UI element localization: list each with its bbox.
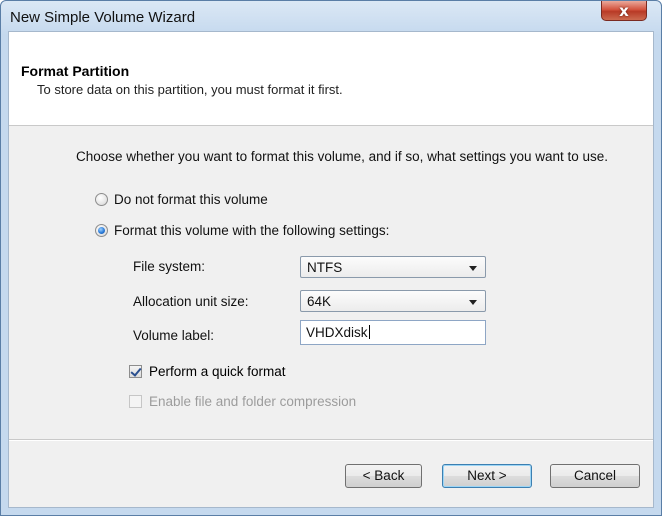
allocation-unit-size-value: 64K: [307, 294, 332, 309]
compression-label: Enable file and folder compression: [149, 394, 357, 409]
format-with-settings-label[interactable]: Format this volume with the following se…: [114, 223, 389, 238]
title-bar[interactable]: New Simple Volume Wizard x: [1, 1, 661, 31]
volume-label-input[interactable]: VHDXdisk: [300, 320, 486, 345]
quick-format-option[interactable]: Perform a quick format: [129, 364, 286, 379]
text-caret: [368, 325, 370, 339]
quick-format-label[interactable]: Perform a quick format: [149, 364, 286, 379]
window-title: New Simple Volume Wizard: [10, 9, 196, 26]
close-button[interactable]: x: [601, 1, 647, 21]
compression-option: Enable file and folder compression: [129, 394, 356, 409]
instruction-text: Choose whether you want to format this v…: [76, 149, 609, 164]
file-system-value: NTFS: [307, 260, 343, 275]
chevron-down-icon: [469, 300, 477, 305]
footer-divider: [9, 439, 653, 441]
allocation-unit-size-dropdown[interactable]: 64K: [300, 290, 486, 312]
quick-format-checkbox[interactable]: [129, 365, 142, 378]
wizard-body: Format Partition To store data on this p…: [8, 31, 654, 508]
page-title: Format Partition: [21, 63, 130, 79]
compression-checkbox: [129, 395, 142, 408]
back-button[interactable]: < Back: [345, 464, 422, 488]
next-button[interactable]: Next >: [442, 464, 532, 488]
file-system-label: File system:: [133, 259, 206, 274]
chevron-down-icon: [469, 266, 477, 271]
cancel-button[interactable]: Cancel: [550, 464, 640, 488]
allocation-unit-size-label: Allocation unit size:: [133, 294, 249, 309]
do-not-format-option[interactable]: Do not format this volume: [95, 192, 268, 207]
wizard-window: New Simple Volume Wizard x Format Partit…: [0, 0, 662, 516]
volume-label-label: Volume label:: [133, 328, 215, 343]
format-with-settings-radio[interactable]: [95, 224, 108, 237]
format-with-settings-option[interactable]: Format this volume with the following se…: [95, 223, 389, 238]
do-not-format-radio[interactable]: [95, 193, 108, 206]
file-system-dropdown[interactable]: NTFS: [300, 256, 486, 278]
volume-label-value: VHDXdisk: [306, 325, 368, 340]
close-icon: x: [619, 2, 629, 20]
wizard-header: Format Partition To store data on this p…: [9, 32, 653, 126]
do-not-format-label[interactable]: Do not format this volume: [114, 192, 268, 207]
page-subtitle: To store data on this partition, you mus…: [37, 82, 343, 97]
